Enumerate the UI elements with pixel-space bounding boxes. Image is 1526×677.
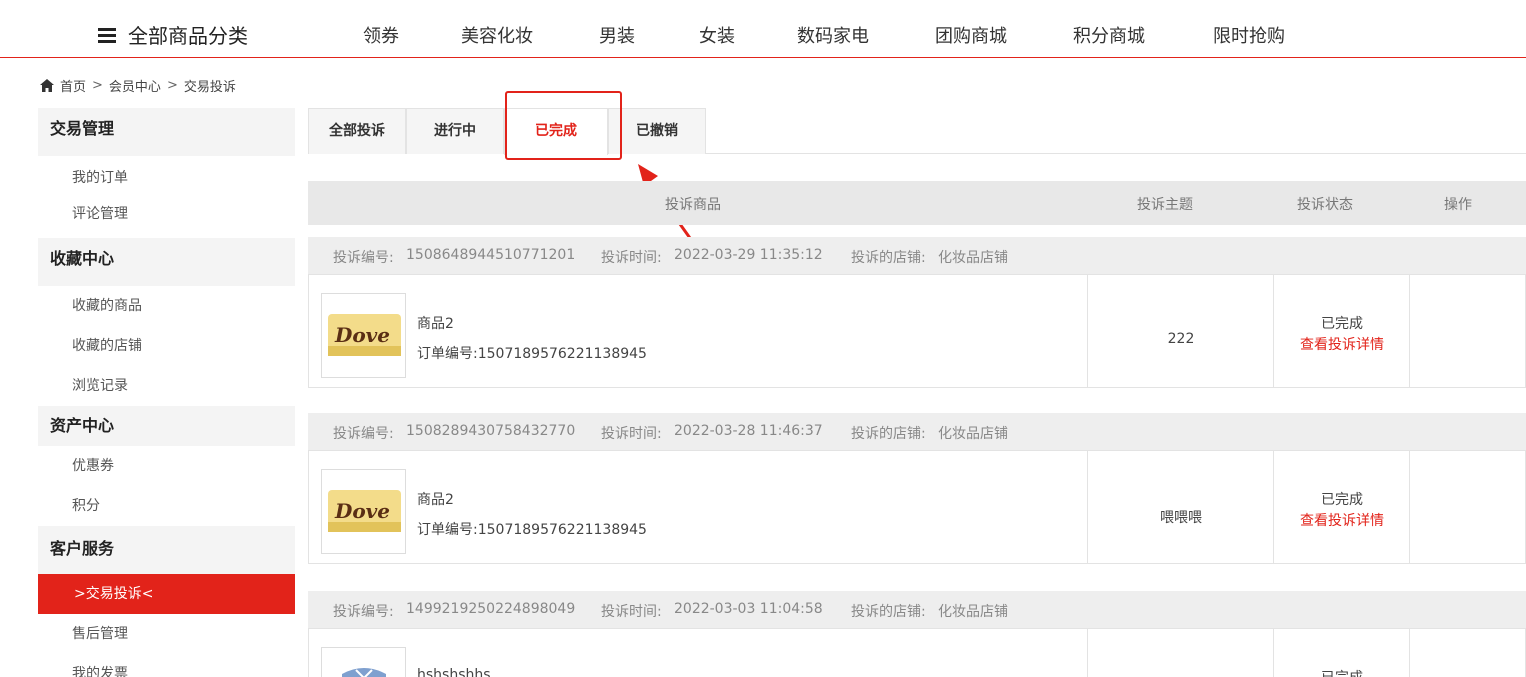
shirt-icon (342, 668, 386, 677)
complaint-time-label: 投诉时间: (601, 426, 662, 442)
nav-item-menswear[interactable]: 男装 (599, 22, 635, 48)
complaint-status: 已完成 (1274, 667, 1410, 677)
complaint-header: 投诉编号: 1508289430758432770 投诉时间: 2022-03-… (308, 413, 1526, 450)
complaint-no-label: 投诉编号: (333, 604, 394, 620)
complaint-store: 化妆品店铺 (938, 426, 1008, 442)
product-thumbnail[interactable]: Dove (321, 469, 406, 554)
sidebar-item-invoices[interactable]: 我的发票 (38, 654, 295, 677)
column-divider (1409, 275, 1410, 387)
tab-in-progress[interactable]: 进行中 (406, 108, 504, 154)
complaint-no: 1508289430758432770 (406, 423, 576, 439)
sidebar-item-fav-products[interactable]: 收藏的商品 (38, 286, 295, 326)
complaint-store-label: 投诉的店铺: (851, 426, 926, 442)
breadcrumb-separator: > (92, 78, 103, 93)
breadcrumb: 首页 > 会员中心 > 交易投诉 (40, 76, 236, 95)
complaint-store: 化妆品店铺 (938, 604, 1008, 620)
sidebar-item-complaints[interactable]: >交易投诉< (38, 574, 295, 614)
view-complaint-detail-link[interactable]: 查看投诉详情 (1274, 334, 1410, 354)
complaint-no-label: 投诉编号: (333, 426, 394, 442)
nav-item-group-buy[interactable]: 团购商城 (935, 22, 1007, 48)
column-divider (1409, 629, 1410, 677)
tab-all[interactable]: 全部投诉 (308, 108, 406, 154)
sidebar-section-title: 资产中心 (38, 406, 295, 446)
nav-item-electronics[interactable]: 数码家电 (797, 22, 869, 48)
sidebar-item-history[interactable]: 浏览记录 (38, 366, 295, 406)
header-product: 投诉商品 (665, 197, 721, 213)
table-header: 投诉商品 投诉主题 投诉状态 操作 (308, 181, 1526, 225)
top-nav: 全部商品分类 领券 美容化妆 男装 女装 数码家电 团购商城 积分商城 限时抢购 (0, 0, 1526, 58)
menu-icon (98, 27, 116, 43)
complaint-no: 1499219250224898049 (406, 601, 576, 617)
complaint-store-label: 投诉的店铺: (851, 250, 926, 266)
header-status: 投诉状态 (1297, 197, 1353, 213)
column-divider (1409, 451, 1410, 563)
product-name[interactable]: hshshshhs (417, 667, 491, 677)
view-complaint-detail-link[interactable]: 查看投诉详情 (1274, 510, 1410, 530)
complaint-header: 投诉编号: 1508648944510771201 投诉时间: 2022-03-… (308, 237, 1526, 274)
product-thumbnail[interactable]: Dove (321, 293, 406, 378)
home-icon (40, 79, 54, 92)
breadcrumb-home[interactable]: 首页 (60, 76, 86, 95)
complaint-topic: 222 (1167, 331, 1195, 347)
complaint-time: 2022-03-03 11:04:58 (674, 601, 823, 617)
highlight-box (505, 91, 622, 160)
svg-text:Dove: Dove (334, 499, 390, 523)
complaint-store: 化妆品店铺 (938, 250, 1008, 266)
complaint-status: 已完成 (1321, 316, 1363, 332)
sidebar-section-title: 客户服务 (38, 526, 295, 574)
nav-item-beauty[interactable]: 美容化妆 (461, 22, 533, 48)
complaint-tabs: 全部投诉 进行中 已完成 已撤销 (308, 108, 1526, 155)
complaint-status: 已完成 (1321, 492, 1363, 508)
complaint-time: 2022-03-28 11:46:37 (674, 423, 823, 439)
complaint-row: Dove 商品2 订单编号:1507189576221138945 222 已完… (308, 274, 1526, 388)
product-name[interactable]: 商品2 (417, 313, 454, 333)
sidebar-item-my-orders[interactable]: 我的订单 (38, 156, 295, 197)
dove-chocolate-icon: Dove (328, 314, 401, 356)
complaint-no: 1508648944510771201 (406, 247, 576, 263)
complaint-header: 投诉编号: 1499219250224898049 投诉时间: 2022-03-… (308, 591, 1526, 628)
nav-item-womenswear[interactable]: 女装 (699, 22, 735, 48)
sidebar-item-reviews[interactable]: 评论管理 (38, 197, 295, 238)
complaint-topic: 喂喂喂 (1160, 510, 1202, 526)
sidebar-item-fav-stores[interactable]: 收藏的店铺 (38, 326, 295, 366)
order-number: 订单编号:1507189576221138945 (417, 522, 647, 538)
column-divider (1087, 629, 1088, 677)
breadcrumb-member-center[interactable]: 会员中心 (109, 76, 161, 95)
sidebar: 交易管理 我的订单 评论管理 收藏中心 收藏的商品 收藏的店铺 浏览记录 资产中… (38, 108, 295, 677)
tab-revoked[interactable]: 已撤销 (608, 108, 706, 154)
complaint-row: Dove 商品2 订单编号:1507189576221138945 喂喂喂 已完… (308, 450, 1526, 564)
sidebar-item-points[interactable]: 积分 (38, 486, 295, 526)
header-topic: 投诉主题 (1137, 197, 1193, 213)
complaint-no-label: 投诉编号: (333, 250, 394, 266)
breadcrumb-current: 交易投诉 (183, 80, 236, 95)
dove-chocolate-icon: Dove (328, 490, 401, 532)
header-action: 操作 (1444, 197, 1472, 213)
order-number: 订单编号:1507189576221138945 (417, 346, 647, 362)
complaint-time-label: 投诉时间: (601, 604, 662, 620)
breadcrumb-separator: > (166, 78, 178, 93)
complaint-time-label: 投诉时间: (601, 250, 662, 266)
nav-item-coupons[interactable]: 领券 (363, 22, 399, 48)
sidebar-section-title: 收藏中心 (38, 238, 295, 286)
all-categories-button[interactable]: 全部商品分类 (98, 20, 248, 49)
complaint-time: 2022-03-29 11:35:12 (674, 247, 823, 263)
product-name[interactable]: 商品2 (417, 489, 454, 509)
sidebar-item-coupons[interactable]: 优惠券 (38, 446, 295, 486)
all-categories-label: 全部商品分类 (128, 24, 248, 48)
svg-text:Dove: Dove (334, 323, 390, 347)
nav-item-flash-sale[interactable]: 限时抢购 (1213, 22, 1285, 48)
complaint-store-label: 投诉的店铺: (851, 604, 926, 620)
sidebar-section-title: 交易管理 (38, 108, 295, 156)
product-thumbnail[interactable] (321, 647, 406, 677)
complaint-row: hshshshhs 已完成 (308, 628, 1526, 677)
sidebar-item-after-sales[interactable]: 售后管理 (38, 614, 295, 654)
nav-item-points-mall[interactable]: 积分商城 (1073, 22, 1145, 48)
